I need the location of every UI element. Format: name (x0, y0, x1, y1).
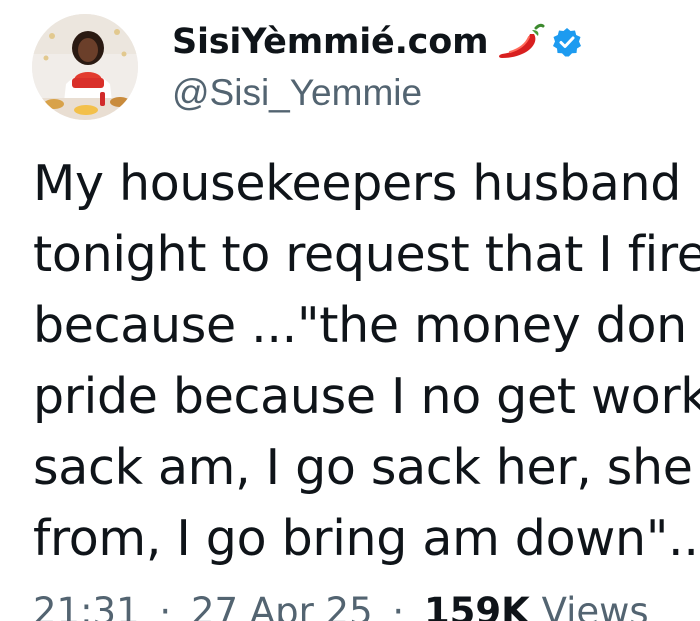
tweet-text-line: pride because I no get work (33, 368, 700, 425)
tweet-date[interactable]: 27 Apr 25 (191, 590, 373, 621)
verified-badge-icon[interactable] (552, 27, 582, 57)
avatar[interactable] (32, 14, 138, 120)
tweet-card: SisiYèmmié.com @Sisi_Yemmie My housekeep… (0, 0, 700, 621)
meta-separator: · (159, 590, 172, 621)
tweet-text-line: from, I go bring am down"... (33, 510, 700, 567)
tweet-meta: 21:31 · 27 Apr 25 · 159K Views (33, 590, 649, 621)
meta-separator: · (392, 590, 405, 621)
views-count[interactable]: 159K (424, 590, 530, 621)
avatar-photo (32, 14, 138, 120)
tweet-header: SisiYèmmié.com @Sisi_Yemmie (32, 14, 700, 124)
tweet-time[interactable]: 21:31 (33, 590, 140, 621)
views-label: Views (541, 590, 649, 621)
display-name[interactable]: SisiYèmmié.com (172, 22, 489, 62)
author-names: SisiYèmmié.com @Sisi_Yemmie (172, 14, 582, 114)
author-handle[interactable]: @Sisi_Yemmie (172, 72, 582, 114)
tweet-text-line: sack am, I go sack her, she (33, 439, 693, 496)
tweet-text-line: tonight to request that I fire (33, 226, 700, 283)
tweet-text-line: because ..."the money don (33, 297, 687, 354)
display-name-row[interactable]: SisiYèmmié.com (172, 14, 582, 70)
hot-pepper-icon (496, 22, 546, 62)
tweet-body: My housekeepers husband tonight to reque… (33, 148, 700, 574)
tweet-text-line: My housekeepers husband (33, 155, 682, 212)
